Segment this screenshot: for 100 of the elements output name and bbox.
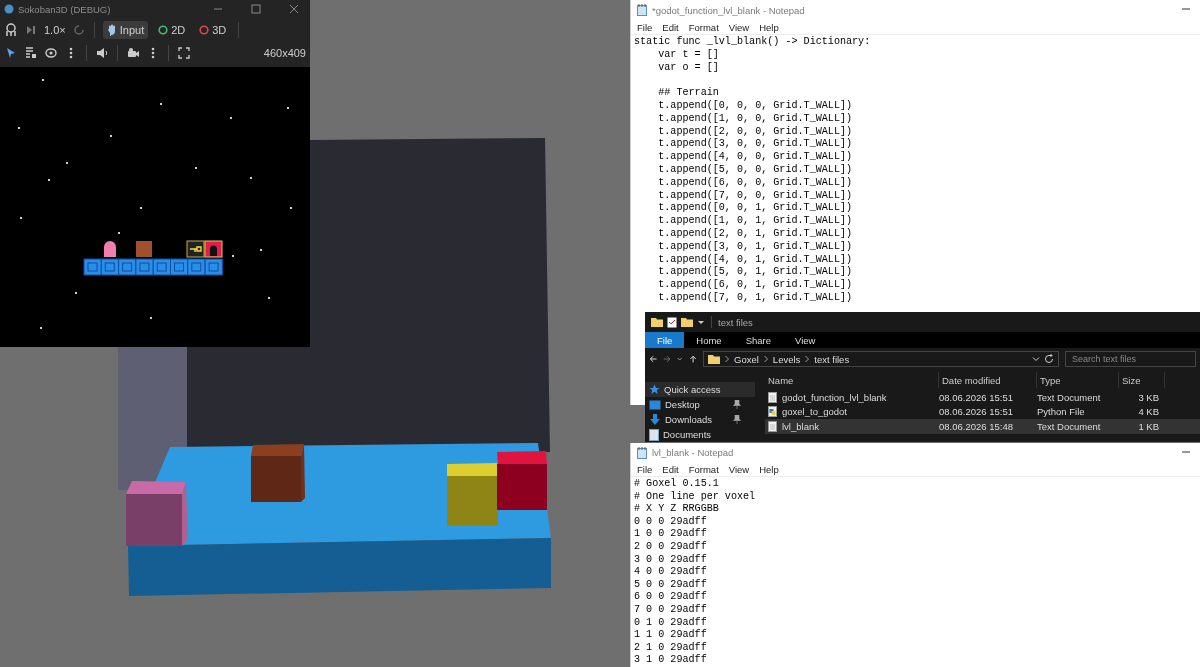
fullscreen-icon[interactable] [177, 46, 191, 60]
reset-icon[interactable] [71, 23, 86, 37]
up-arrow-icon[interactable] [688, 353, 697, 365]
menu-item[interactable]: Help [758, 21, 780, 33]
column-header[interactable]: Date modified [939, 372, 1037, 388]
code-line: t.append([1, 0, 0, Grid.T_WALL]) [657, 112, 853, 126]
code-comment: ## Terrain [657, 87, 720, 100]
list-icon[interactable] [24, 46, 38, 60]
column-header[interactable]: Size [1119, 372, 1165, 388]
folder-icon [681, 317, 693, 327]
window-title: *godot_function_lvl_blank - Notepad [652, 4, 805, 16]
code-line: var o = [] [657, 61, 719, 75]
file-size: 1 KB [1137, 420, 1160, 432]
file-row[interactable]: godot_function_lvl_blank 08.06.2026 15:51 Text Document 3 KB [765, 390, 1200, 405]
mode-button[interactable]: Input [102, 21, 149, 39]
file-type: Text Document [1037, 420, 1102, 432]
code-line: var t = [] [657, 48, 719, 62]
speaker-icon[interactable] [95, 46, 109, 60]
column-header[interactable]: Type [1037, 372, 1119, 388]
refresh-icon[interactable] [1044, 354, 1054, 364]
chevron-icon [804, 355, 811, 363]
dropdown-icon[interactable] [697, 318, 705, 326]
breadcrumb-item[interactable]: Goxel [734, 353, 759, 365]
camera-icon[interactable] [126, 46, 140, 60]
menu-item[interactable]: File [636, 463, 654, 475]
file-size: 4 KB [1137, 406, 1160, 418]
window-title: text files [718, 316, 753, 328]
ribbon-tab[interactable]: File [645, 332, 685, 348]
code-line: t.append([3, 0, 0, Grid.T_WALL]) [657, 138, 853, 151]
code-line: t.append([1, 0, 1, Grid.T_WALL]) [657, 215, 853, 228]
file-row[interactable]: goxel_to_godot 08.06.2026 15:51 Python File 4 KB [765, 404, 1200, 419]
text-line: 5 0 0 29adff [634, 578, 707, 591]
folder-icon [708, 354, 720, 364]
forward-arrow-icon[interactable] [663, 353, 672, 365]
chevron-down-icon[interactable] [677, 355, 683, 363]
code-line: t.append([2, 0, 1, Grid.T_WALL]) [657, 227, 853, 241]
menu-item[interactable]: Edit [661, 21, 680, 33]
file-name: godot_function_lvl_blank [782, 391, 887, 403]
column-header[interactable]: Name [765, 372, 939, 388]
hand-icon [106, 24, 117, 36]
code-line: t.append([0, 0, 0, Grid.T_WALL]) [657, 100, 853, 113]
breadcrumb-item[interactable]: text files [814, 353, 850, 365]
menu-item[interactable]: View [727, 21, 751, 33]
code-line: t.append([3, 0, 1, Grid.T_WALL]) [657, 240, 853, 254]
code-line: t.append([0, 0, 1, Grid.T_WALL]) [657, 202, 853, 215]
notepad-icon [637, 446, 647, 459]
code-line: static func _lvl_blank() -> Dictionary: [634, 36, 871, 49]
menu-item[interactable]: View [727, 463, 751, 475]
close-icon[interactable] [288, 3, 300, 15]
chevron-down-icon[interactable] [1032, 355, 1040, 363]
file-size: 3 KB [1137, 391, 1160, 403]
menu-item[interactable]: Help [758, 463, 780, 475]
code-line: t.append([4, 0, 1, Grid.T_WALL]) [657, 253, 853, 266]
file-name: lvl_blank [782, 420, 819, 432]
menu-item[interactable]: Edit [661, 463, 680, 475]
text-line: 1 0 0 29adff [634, 528, 707, 541]
menu-item[interactable]: File [636, 21, 654, 33]
eye-icon[interactable] [44, 46, 58, 60]
resolution-label: 460x409 [263, 47, 306, 59]
code-line: t.append([6, 0, 0, Grid.T_WALL]) [657, 176, 853, 190]
document-icon [649, 428, 659, 441]
maximize-icon[interactable] [250, 3, 262, 15]
sidebar-item[interactable]: Quick access [645, 382, 755, 397]
file-date: 08.06.2026 15:48 [939, 420, 1014, 432]
window-title: lvl_blank - Notepad [652, 447, 734, 459]
file-type: Python File [1037, 406, 1086, 418]
code-line: t.append([2, 0, 0, Grid.T_WALL]) [657, 125, 853, 138]
app-icon [4, 4, 14, 14]
address-bar[interactable]: Goxel Levels text files [703, 351, 1059, 367]
search-field[interactable]: Search text files [1065, 351, 1196, 367]
step-icon[interactable] [24, 23, 38, 37]
back-arrow-icon[interactable] [649, 353, 658, 365]
ribbon-tab[interactable]: Home [684, 332, 734, 348]
code-line: t.append([7, 0, 1, Grid.T_WALL]) [657, 291, 853, 305]
mode-button[interactable]: 2D [154, 21, 190, 39]
ribbon-tab[interactable]: Share [733, 332, 783, 348]
chevron-icon [724, 355, 730, 363]
code-line: t.append([5, 0, 1, Grid.T_WALL]) [657, 266, 853, 279]
text-line: 2 1 0 29adff [634, 641, 707, 654]
ribbon-tab[interactable]: View [783, 332, 828, 348]
sidebar-item[interactable]: Documents [645, 427, 755, 442]
text-line: 0 0 0 29adff [634, 515, 707, 528]
speed-label[interactable]: 1.0× [44, 24, 66, 36]
mode-button[interactable]: 3D [195, 21, 231, 39]
menu-item[interactable]: Format [687, 463, 720, 475]
file-row[interactable]: lvl_blank 08.06.2026 15:48 Text Document 1 KB [765, 419, 1200, 434]
download-arrow-icon [649, 413, 661, 426]
text-line: # X Y Z RRGGBB [634, 503, 719, 516]
sidebar-item[interactable]: Downloads [645, 412, 755, 427]
breadcrumb-item[interactable]: Levels [772, 353, 801, 365]
menu-item[interactable]: Format [687, 21, 720, 33]
checklist-icon[interactable] [667, 316, 677, 328]
remote-debug-icon[interactable] [4, 23, 18, 37]
file-type: Text Document [1037, 391, 1102, 403]
sidebar-item[interactable]: Desktop [645, 397, 755, 412]
file-name: goxel_to_godot [782, 406, 847, 418]
text-line: 0 1 0 29adff [634, 616, 707, 629]
text-line: 3 1 0 29adff [634, 654, 707, 667]
star-icon [649, 384, 660, 395]
text-line: 6 0 0 29adff [634, 591, 707, 604]
